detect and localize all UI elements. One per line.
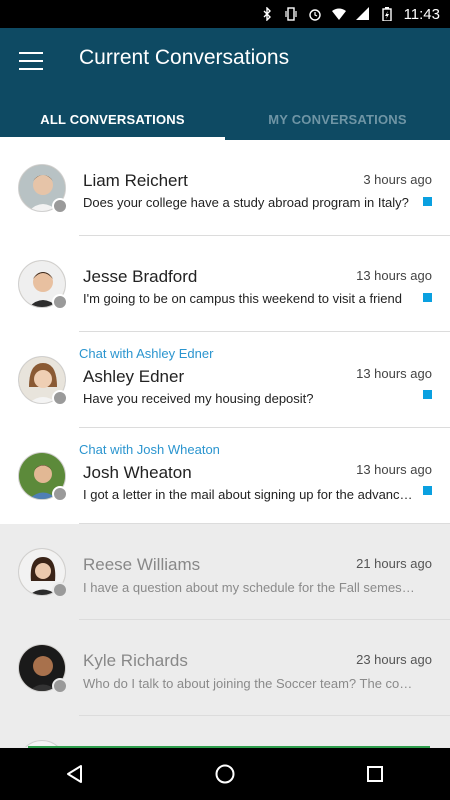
hamburger-menu-icon[interactable]: [19, 52, 43, 70]
avatar: [18, 356, 68, 406]
timestamp: 3 hours ago: [363, 172, 432, 187]
page-title: Current Conversations: [79, 46, 290, 69]
back-button[interactable]: [55, 754, 95, 794]
presence-indicator: [52, 678, 68, 694]
signal-icon: [355, 7, 369, 20]
message-preview: Have you received my housing deposit?: [83, 391, 314, 406]
alarm-icon: [308, 9, 321, 21]
recents-button[interactable]: [355, 754, 395, 794]
timestamp: 21 hours ago: [356, 556, 432, 571]
contact-name: Liam Reichert: [83, 171, 188, 190]
battery-icon: [381, 7, 392, 21]
unread-indicator: [423, 197, 432, 206]
presence-indicator: [52, 294, 68, 310]
avatar: [18, 260, 68, 310]
tab-my-conversations[interactable]: MY CONVERSATIONS: [225, 98, 450, 140]
contact-name: Ashley Edner: [83, 367, 185, 386]
unread-indicator: [423, 390, 432, 399]
home-button[interactable]: [205, 754, 245, 794]
system-nav-bar: [0, 748, 450, 800]
avatar: [18, 644, 68, 694]
conversation-row-liam-reichert[interactable]: Liam Reichert 3 hours ago Does your coll…: [0, 140, 450, 236]
contact-name: Reese Williams: [83, 555, 201, 574]
timestamp: 13 hours ago: [356, 268, 432, 283]
conversation-row-josh-wheaton[interactable]: Chat with Josh Wheaton Josh Wheaton 13 h…: [0, 428, 450, 524]
avatar: [18, 164, 68, 214]
timestamp: 13 hours ago: [356, 462, 432, 477]
status-bar: 11:43: [0, 0, 450, 28]
conversation-row-reese-williams[interactable]: Reese Williams 21 hours ago I have a que…: [0, 524, 450, 620]
timestamp: 13 hours ago: [356, 366, 432, 381]
chat-with-label: Chat with Josh Wheaton: [79, 442, 220, 457]
tab-bar: ALL CONVERSATIONS MY CONVERSATIONS: [0, 98, 450, 140]
app-bar: Current Conversations ALL CONVERSATIONS …: [0, 28, 450, 140]
avatar: [18, 548, 68, 598]
bluetooth-icon: [263, 7, 271, 21]
tab-all-conversations[interactable]: ALL CONVERSATIONS: [0, 98, 225, 140]
conversation-row-jesse-bradford[interactable]: Jesse Bradford 13 hours ago I'm going to…: [0, 236, 450, 332]
presence-indicator: [52, 486, 68, 502]
message-preview: Who do I talk to about joining the Socce…: [83, 676, 415, 691]
vibrate-icon: [284, 7, 297, 21]
unread-indicator: [423, 486, 432, 495]
contact-name: Josh Wheaton: [83, 463, 192, 482]
message-preview: I'm going to be on campus this weekend t…: [83, 291, 402, 306]
message-preview: Does your college have a study abroad pr…: [83, 195, 409, 210]
presence-indicator: [52, 198, 68, 214]
home-circle-icon: [215, 764, 235, 784]
back-triangle-icon: [67, 765, 82, 783]
message-preview: I have a question about my schedule for …: [83, 580, 415, 595]
conversation-list: Liam Reichert 3 hours ago Does your coll…: [0, 140, 450, 747]
unread-indicator: [423, 293, 432, 302]
conversation-row-partial[interactable]: [0, 716, 450, 747]
presence-indicator: [52, 390, 68, 406]
conversation-row-ashley-edner[interactable]: Chat with Ashley Edner Ashley Edner 13 h…: [0, 332, 450, 428]
timestamp: 23 hours ago: [356, 652, 432, 667]
chat-with-label: Chat with Ashley Edner: [79, 346, 214, 361]
recents-square-icon: [367, 766, 383, 782]
wifi-icon: [331, 8, 346, 20]
conversation-row-kyle-richards[interactable]: Kyle Richards 23 hours ago Who do I talk…: [0, 620, 450, 716]
status-time: 11:43: [403, 5, 440, 23]
presence-indicator: [52, 582, 68, 598]
contact-name: Kyle Richards: [83, 651, 188, 670]
contact-name: Jesse Bradford: [83, 267, 198, 286]
message-preview: I got a letter in the mail about signing…: [83, 487, 415, 502]
avatar: [18, 452, 68, 502]
